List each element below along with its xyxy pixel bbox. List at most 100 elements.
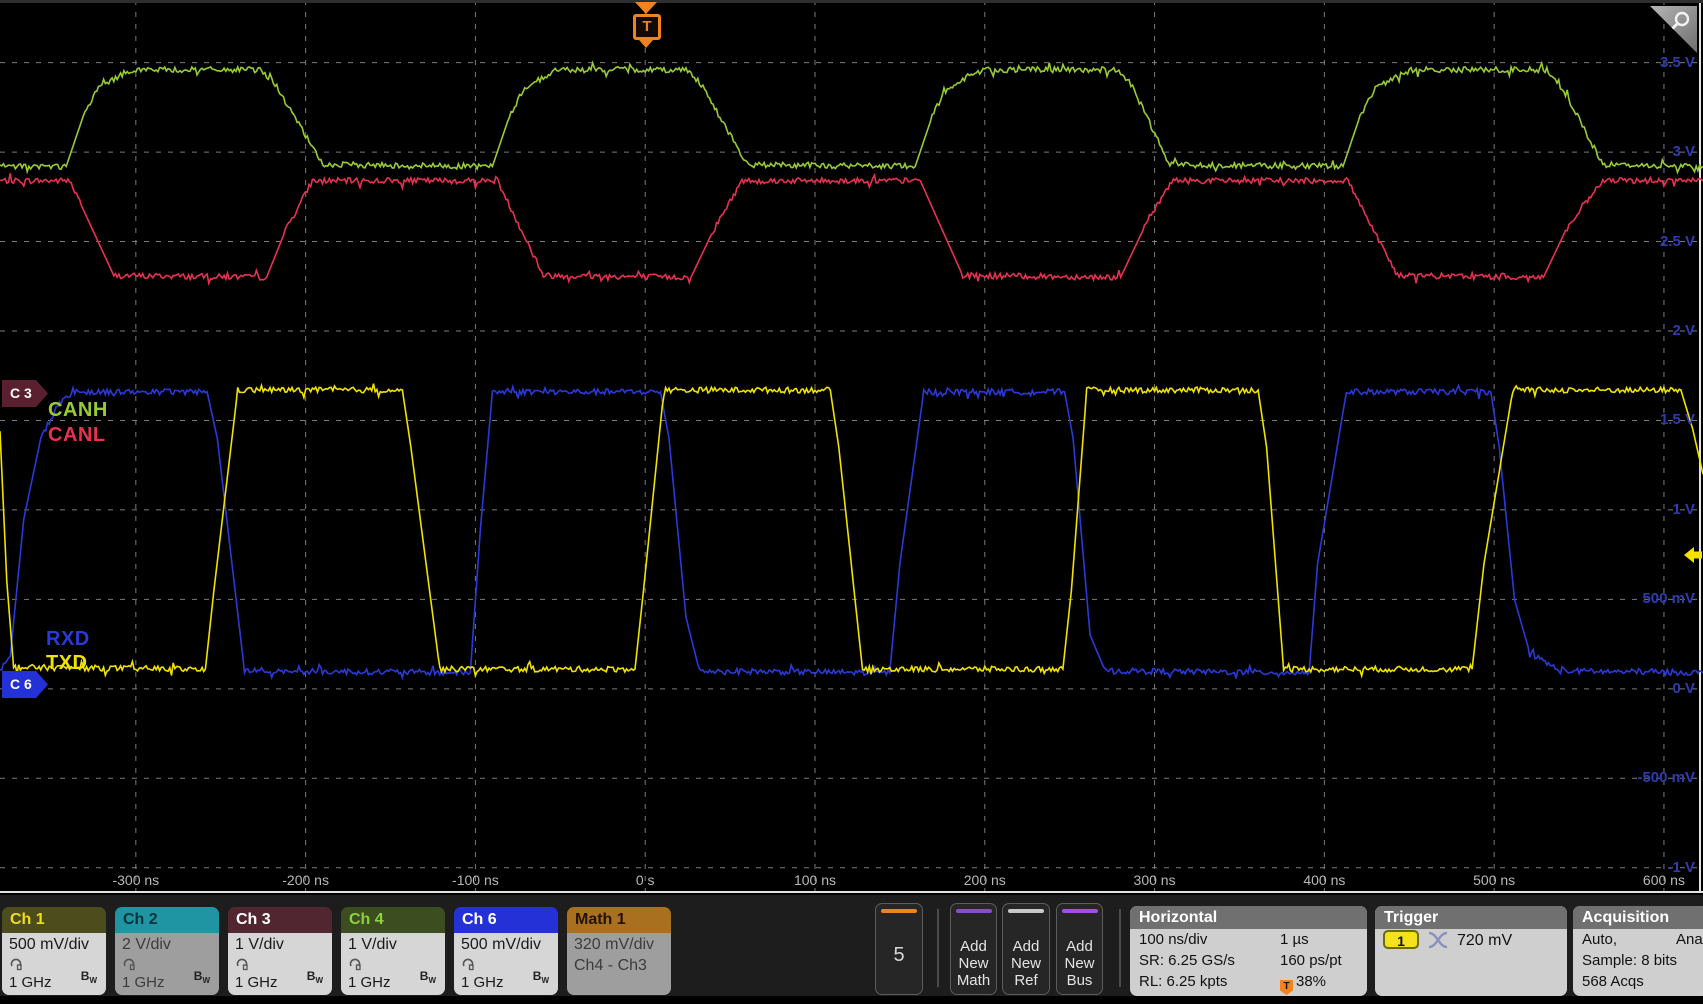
voltage-axis-label: 2.5 V [1625,233,1695,250]
channel5-label: 5 [876,944,922,967]
channel5-button[interactable]: 5 [875,903,923,995]
channel-name: Ch 6 [454,907,558,933]
rxd-label: RXD [46,628,90,651]
add-new-math-label: AddNewMath [951,938,996,989]
trigger-t-icon: T [633,14,661,40]
voltage-axis-label: 500 mV [1625,590,1695,607]
waveform-svg [0,0,1703,891]
waveform-display[interactable]: T C 3 C 6 CANH CANL RXD TXD -300 ns-200 … [0,0,1703,891]
probe-icon [122,957,136,971]
math-source: Ch4 - Ch3 [574,955,671,977]
time-axis-label: 400 ns [1284,872,1364,888]
time-axis-label: 200 ns [945,872,1025,888]
add-new-ref-label: AddNewRef [1003,938,1049,989]
txd-label: TXD [46,652,88,675]
acquisition-sample-bits: Sample: 8 bits [1573,950,1703,971]
channel-scale: 1 V/div [235,935,332,955]
rxd-trace [0,386,1703,679]
horizontal-scale: 100 ns/div [1139,931,1207,948]
trigger-position-percent: 38% [1296,973,1326,990]
horizontal-panel-title: Horizontal [1130,906,1367,929]
acquisition-count: 568 Acqs [1573,971,1703,992]
channel-badge-ch3[interactable]: Ch 31 V/div 1 GHzBW [228,907,332,995]
channel-badge-ch4[interactable]: Ch 41 V/div 1 GHzBW [341,907,445,995]
probe-icon [348,957,362,971]
graticule-border [0,891,1703,893]
time-axis-label: 100 ns [775,872,855,888]
ref-accent [1008,909,1044,913]
voltage-axis-label: 1.5 V [1625,411,1695,428]
channel-name: Ch 2 [115,907,219,933]
time-axis-label: -200 ns [266,872,346,888]
channel-scale: 500 mV/div [461,935,558,955]
acquisition-panel-title: Acquisition [1573,906,1703,929]
add-new-bus-button[interactable]: AddNewBus [1056,903,1103,995]
channel-name: Ch 1 [2,907,106,933]
math-accent [956,909,992,913]
channel-badge-ch6[interactable]: Ch 6500 mV/div 1 GHzBW [454,907,558,995]
add-new-math-button[interactable]: AddNewMath [950,903,997,995]
voltage-axis-label: 0 V [1625,680,1695,697]
bw-limit-icon: BW [81,967,97,990]
voltage-axis-label: 3 V [1625,143,1695,160]
channel-bandwidth: 1 GHzBW [348,974,440,992]
time-axis-label: 0 s [605,872,685,888]
oscilloscope-screen: T C 3 C 6 CANH CANL RXD TXD -300 ns-200 … [0,0,1703,1004]
time-axis-label: -100 ns [435,872,515,888]
voltage-axis-label: 3.5 V [1625,54,1695,71]
trigger-position-arrow-icon [635,2,657,14]
trigger-panel[interactable]: Trigger 1 720 mV [1375,906,1567,996]
trigger-position-icon: T [1280,980,1293,995]
canh-label: CANH [48,399,108,422]
top-strip [0,0,1703,3]
channel-scale: 2 V/div [122,935,219,955]
settings-bar: Ch 1500 mV/div1 GHzBWCh 22 V/div1 GHzBWC… [0,895,1703,996]
acquisition-panel[interactable]: Acquisition Auto, Ana Sample: 8 bits 568… [1573,906,1703,996]
channel-name: Math 1 [567,907,671,933]
canl-label: CANL [48,424,106,447]
add-new-bus-label: AddNewBus [1057,938,1102,989]
channel-scale: 1 V/div [348,935,445,955]
trigger-level-value: 720 mV [1457,930,1512,951]
bw-limit-icon: BW [533,967,549,990]
trigger-source-badge: 1 [1383,930,1419,949]
probe-icon [9,957,23,971]
acquisition-mode: Auto, [1582,931,1617,948]
horizontal-panel[interactable]: Horizontal 100 ns/div 1 µs SR: 6.25 GS/s… [1130,906,1367,996]
canl-trace [0,173,1703,283]
trigger-level-arrow[interactable] [1684,546,1703,569]
bw-limit-icon: BW [307,967,323,990]
bus-accent [1062,909,1098,913]
separator [937,909,939,987]
acquisition-mode-cut: Ana [1676,929,1703,950]
time-axis-label: 300 ns [1115,872,1195,888]
trigger-panel-title: Trigger [1375,906,1567,929]
horizontal-window: 1 µs [1280,929,1309,950]
canh-trace [0,63,1703,173]
channel-badge-ch2[interactable]: Ch 22 V/div 1 GHzBW [115,907,219,995]
bw-limit-icon: BW [194,967,210,990]
voltage-axis-label: 1 V [1625,501,1695,518]
time-axis-label: 500 ns [1454,872,1534,888]
channel-bandwidth: 1 GHzBW [9,974,101,992]
trigger-marker-tail [639,40,653,48]
trigger-slope-icon [1427,930,1449,956]
sample-interval: 160 ps/pt [1280,950,1342,971]
voltage-axis-label: -1 V [1625,859,1695,876]
channel5-accent [881,909,917,913]
probe-icon [461,957,475,971]
channel-bandwidth: 1 GHzBW [122,974,214,992]
time-axis-label: -300 ns [96,872,176,888]
channel-name: Ch 4 [341,907,445,933]
channel-name: Ch 3 [228,907,332,933]
channel-badge-math1[interactable]: Math 1320 mV/divCh4 - Ch3 [567,907,671,995]
channel-bandwidth: 1 GHzBW [235,974,327,992]
channel-scale: 500 mV/div [9,935,106,955]
channel-bandwidth: 1 GHzBW [461,974,553,992]
add-new-ref-button[interactable]: AddNewRef [1002,903,1050,995]
txd-trace [0,384,1703,676]
channel-scale: 320 mV/div [574,935,671,955]
channel-badge-ch1[interactable]: Ch 1500 mV/div 1 GHzBW [2,907,106,995]
probe-icon [235,957,249,971]
sample-rate: SR: 6.25 GS/s [1139,952,1235,969]
